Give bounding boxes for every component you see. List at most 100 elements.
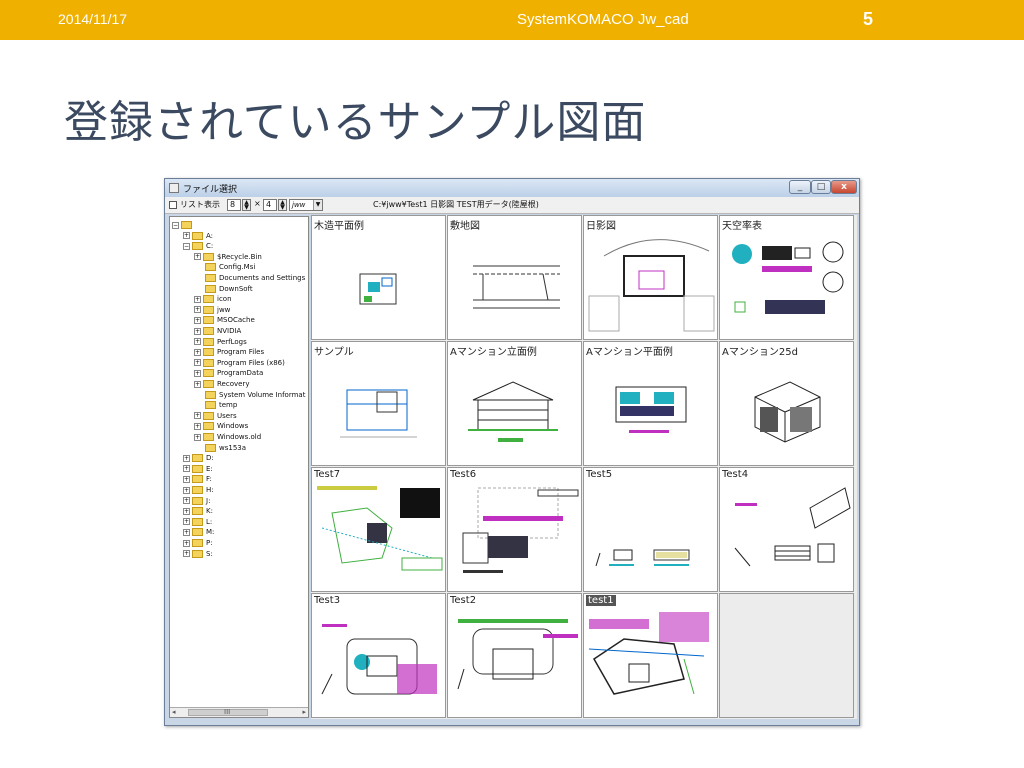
expand-icon[interactable]: + bbox=[194, 348, 201, 356]
tree-node[interactable]: + K: bbox=[183, 506, 213, 516]
drawing-thumbnail[interactable]: Test5 bbox=[583, 467, 718, 592]
expand-icon[interactable]: + bbox=[183, 507, 190, 515]
expand-icon[interactable]: + bbox=[183, 232, 190, 240]
expand-icon[interactable]: + bbox=[183, 486, 190, 494]
tree-node[interactable]: ws153a bbox=[194, 443, 246, 453]
drawing-thumbnail[interactable]: Aマンション25d bbox=[719, 341, 854, 466]
thumbnail-label: Test4 bbox=[722, 469, 749, 480]
drawing-thumbnail[interactable]: Aマンション平面例 bbox=[583, 341, 718, 466]
tree-node[interactable]: + ProgramData bbox=[194, 368, 263, 378]
tree-node[interactable]: + L: bbox=[183, 517, 212, 527]
drawing-thumbnail[interactable]: 日影図 bbox=[583, 215, 718, 340]
expand-icon[interactable]: + bbox=[194, 338, 201, 346]
rows-input[interactable]: 4 bbox=[263, 199, 277, 211]
expand-icon[interactable]: + bbox=[183, 465, 190, 473]
expand-icon[interactable]: + bbox=[183, 475, 190, 483]
thumbnail-grid: 木造平面例 敷地図 日影図 天空率表サンプル Aマンション立面例 Aマンション平面例 Aマン… bbox=[311, 215, 857, 719]
folder-tree[interactable]: ◂ III ▸ − + A: − C: + $Recycle.Bin Config.Msi Do… bbox=[169, 216, 309, 718]
tree-node[interactable]: System Volume Informat bbox=[194, 390, 305, 400]
tree-node[interactable]: + Program Files (x86) bbox=[194, 358, 285, 368]
collapse-icon[interactable]: − bbox=[172, 221, 179, 229]
tree-node-label: K: bbox=[206, 507, 213, 516]
tree-node[interactable]: + jww bbox=[194, 305, 230, 315]
expand-icon[interactable]: + bbox=[194, 295, 201, 303]
scroll-right-icon[interactable]: ▸ bbox=[302, 708, 306, 717]
drawing-thumbnail[interactable]: Test2 bbox=[447, 593, 582, 718]
window-titlebar[interactable]: ファイル選択 _ □ x bbox=[165, 179, 859, 197]
expand-icon[interactable]: + bbox=[183, 539, 190, 547]
close-button[interactable]: x bbox=[831, 180, 857, 194]
expand-icon[interactable]: + bbox=[183, 550, 190, 558]
minimize-button[interactable]: _ bbox=[789, 180, 811, 194]
drawing-thumbnail[interactable]: サンプル bbox=[311, 341, 446, 466]
expand-icon[interactable]: + bbox=[194, 369, 201, 377]
tree-node[interactable]: + NVIDIA bbox=[194, 326, 241, 336]
tree-node[interactable]: + F: bbox=[183, 474, 212, 484]
scroll-left-icon[interactable]: ◂ bbox=[172, 708, 176, 717]
tree-node[interactable]: + PerfLogs bbox=[194, 337, 247, 347]
maximize-button[interactable]: □ bbox=[811, 180, 831, 194]
drawing-thumbnail[interactable]: Test3 bbox=[311, 593, 446, 718]
expand-icon[interactable]: + bbox=[194, 380, 201, 388]
tree-horizontal-scrollbar[interactable]: ◂ III ▸ bbox=[170, 707, 308, 717]
drawing-preview bbox=[615, 386, 687, 433]
expand-icon[interactable]: + bbox=[183, 454, 190, 462]
thumbnail-label: Test5 bbox=[586, 469, 613, 480]
expand-icon[interactable]: + bbox=[183, 518, 190, 526]
collapse-icon[interactable]: − bbox=[183, 242, 190, 250]
expand-icon[interactable]: + bbox=[183, 497, 190, 505]
tree-node[interactable]: + M: bbox=[183, 527, 214, 537]
folder-icon bbox=[192, 549, 203, 558]
drawing-thumbnail[interactable]: Test7 bbox=[311, 467, 446, 592]
tree-node[interactable]: − C: bbox=[183, 241, 213, 251]
tree-node[interactable]: + icon bbox=[194, 294, 232, 304]
extension-select[interactable]: jww ▼ bbox=[289, 199, 323, 211]
expand-icon[interactable]: + bbox=[183, 528, 190, 536]
tree-node[interactable]: + Recovery bbox=[194, 379, 249, 389]
tree-node[interactable]: DownSoft bbox=[194, 284, 253, 294]
expand-icon[interactable]: + bbox=[194, 253, 201, 261]
expand-icon[interactable]: + bbox=[194, 359, 201, 367]
expand-icon[interactable]: + bbox=[194, 422, 201, 430]
cols-input[interactable]: 8 bbox=[227, 199, 241, 211]
folder-icon bbox=[205, 274, 216, 282]
tree-node[interactable]: + A: bbox=[183, 231, 213, 241]
file-select-window: ファイル選択 _ □ x リスト表示 8 ▲ ▼ × 4 ▲ ▼ jww ▼ C:¥j… bbox=[164, 178, 860, 726]
tree-node[interactable]: + Windows bbox=[194, 421, 248, 431]
tree-node[interactable]: + Users bbox=[194, 411, 237, 421]
drawing-thumbnail[interactable]: 天空率表 bbox=[719, 215, 854, 340]
drawing-thumbnail[interactable]: 敷地図 bbox=[447, 215, 582, 340]
tree-node[interactable]: + S: bbox=[183, 549, 213, 559]
tree-node[interactable]: + $Recycle.Bin bbox=[194, 252, 262, 262]
tree-node[interactable]: + MSOCache bbox=[194, 315, 255, 325]
tree-node-label: PerfLogs bbox=[217, 337, 247, 346]
expand-icon[interactable]: + bbox=[194, 412, 201, 420]
tree-node[interactable]: temp bbox=[194, 400, 237, 410]
folder-icon bbox=[205, 401, 216, 410]
expand-icon[interactable]: + bbox=[194, 306, 201, 314]
tree-node[interactable]: + P: bbox=[183, 538, 213, 548]
tree-node[interactable]: + Program Files bbox=[194, 347, 264, 357]
drawing-thumbnail[interactable]: Test4 bbox=[719, 467, 854, 592]
expand-icon[interactable]: + bbox=[194, 327, 201, 335]
drawing-thumbnail[interactable]: 木造平面例 bbox=[311, 215, 446, 340]
drawing-preview bbox=[468, 381, 558, 442]
tree-node[interactable]: + E: bbox=[183, 464, 213, 474]
tree-node[interactable]: + J: bbox=[183, 496, 210, 506]
tree-node[interactable]: Config.Msi bbox=[194, 262, 255, 272]
expand-icon[interactable]: + bbox=[194, 316, 201, 324]
tree-node[interactable]: Documents and Settings bbox=[194, 273, 305, 283]
drawing-preview bbox=[732, 241, 844, 314]
drawing-thumbnail[interactable]: Aマンション立面例 bbox=[447, 341, 582, 466]
expand-icon[interactable]: + bbox=[194, 433, 201, 441]
list-view-checkbox[interactable] bbox=[169, 201, 177, 209]
tree-node[interactable]: + H: bbox=[183, 485, 214, 495]
page-number: 5 bbox=[863, 9, 874, 29]
tree-node[interactable]: + D: bbox=[183, 453, 214, 463]
cols-stepper[interactable]: ▲ ▼ bbox=[242, 199, 251, 211]
drawing-thumbnail[interactable]: Test6 bbox=[447, 467, 582, 592]
rows-stepper[interactable]: ▲ ▼ bbox=[278, 199, 287, 211]
tree-node[interactable]: + Windows.old bbox=[194, 432, 261, 442]
tree-node[interactable]: − bbox=[172, 220, 195, 230]
drawing-thumbnail[interactable]: test1 bbox=[583, 593, 718, 718]
